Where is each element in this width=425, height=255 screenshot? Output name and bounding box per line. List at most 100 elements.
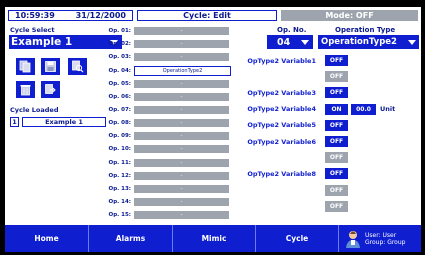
datetime-box: 10:59:39 31/12/2000 xyxy=(8,10,133,21)
operation-field[interactable]: - xyxy=(134,145,229,154)
operation-row: Op. 03: - xyxy=(103,53,229,62)
variable-row: OpType2 Variable8 OFF xyxy=(220,168,348,180)
operation-field[interactable]: - xyxy=(134,132,229,141)
cycle-loaded-label: Cycle Loaded xyxy=(10,106,59,114)
op-no-dropdown[interactable]: 04 xyxy=(267,35,313,49)
copy-cycle-button[interactable] xyxy=(16,58,35,75)
operation-row: Op. 11: - xyxy=(103,158,229,167)
variable-unit: Unit xyxy=(380,105,396,114)
variable-label: OpType2 Variable5 xyxy=(247,121,316,130)
delete-cycle-button[interactable] xyxy=(16,81,35,98)
chevron-down-icon xyxy=(301,39,309,45)
trash-icon xyxy=(20,85,31,96)
variable-toggle-button[interactable]: OFF xyxy=(325,200,348,212)
variable-toggle-button[interactable]: OFF xyxy=(325,184,348,196)
operation-row: Op. 15: - xyxy=(103,211,229,220)
operation-type-value: OperationType2 xyxy=(321,37,397,47)
copy-icon xyxy=(19,60,31,73)
save-cycle-button[interactable] xyxy=(41,58,60,75)
nav-home-button[interactable]: Home xyxy=(5,225,89,252)
clock-date: 31/12/2000 xyxy=(75,11,126,20)
clock-time: 10:59:39 xyxy=(15,11,55,20)
operation-type-dropdown[interactable]: OperationType2 xyxy=(318,35,419,49)
operation-row: Op. 05: - xyxy=(103,79,229,88)
operation-row: Op. 09: - xyxy=(103,132,229,141)
load-icon xyxy=(45,84,56,94)
variable-toggle-button[interactable]: OFF xyxy=(325,168,348,180)
user-group: Group: Group xyxy=(365,238,406,246)
save-icon xyxy=(45,61,56,72)
operation-row: Op. 13: - xyxy=(103,184,229,193)
operation-label: Op. 12: xyxy=(108,172,131,179)
variable-toggle-button[interactable]: OFF xyxy=(325,55,348,66)
operation-row: Op. 06: - xyxy=(103,92,229,101)
operation-field[interactable]: - xyxy=(134,158,229,167)
variable-toggle-button[interactable]: ON xyxy=(325,103,348,115)
variable-toggle-button[interactable]: OFF xyxy=(325,136,348,147)
variable-toggle-button[interactable]: OFF xyxy=(325,87,348,99)
operation-field[interactable]: - xyxy=(134,211,229,220)
operation-field[interactable]: - xyxy=(134,27,229,35)
operation-label: Op. 05: xyxy=(108,80,131,87)
variable-row: OFF xyxy=(220,184,348,196)
operation-row: Op. 12: - xyxy=(103,171,229,180)
operation-field[interactable]: OperationType2 xyxy=(134,66,231,77)
operation-label: Op. 01: xyxy=(108,28,131,34)
variable-row: OpType2 Variable5 OFF xyxy=(220,119,348,131)
operation-label: Op. 14: xyxy=(108,198,131,205)
variable-row: OpType2 Variable4 ON 00.0 Unit xyxy=(220,103,396,115)
operation-field[interactable]: - xyxy=(134,197,229,206)
operation-type-label: Operation Type xyxy=(335,26,396,34)
mode-status: Mode: OFF xyxy=(281,10,418,21)
operation-label: Op. 10: xyxy=(108,146,131,153)
user-name: User: User xyxy=(365,231,397,239)
variable-row: OFF xyxy=(220,71,348,83)
nav-alarms-button[interactable]: Alarms xyxy=(89,225,173,252)
operation-label: Op. 13: xyxy=(108,185,131,192)
variable-toggle-button[interactable]: OFF xyxy=(325,71,348,83)
variable-row: OFF xyxy=(220,200,348,212)
operation-field[interactable]: - xyxy=(134,119,229,128)
cycle-status-box: Cycle: Edit xyxy=(137,10,277,21)
variable-row: OpType2 Variable3 OFF xyxy=(220,87,348,99)
variable-value-field[interactable]: 00.0 xyxy=(351,103,376,115)
operation-row: Op. 10: - xyxy=(103,145,229,154)
operation-field[interactable]: - xyxy=(134,53,229,62)
nav-cycle-button[interactable]: Cycle xyxy=(256,225,339,252)
operation-row: Op. 01: - xyxy=(103,27,229,35)
operation-row: Op. 14: - xyxy=(103,197,229,206)
operation-label: Op. 06: xyxy=(108,93,131,100)
hmi-screen: 10:59:39 31/12/2000 Cycle: Edit Mode: OF… xyxy=(5,7,421,252)
user-panel[interactable]: User: User Group: Group xyxy=(339,225,421,252)
operation-label: Op. 03: xyxy=(108,54,131,61)
operation-label: Op. 02: xyxy=(108,41,131,48)
operation-field[interactable]: - xyxy=(134,92,229,101)
search-cycle-button[interactable] xyxy=(68,58,87,75)
variable-toggle-button[interactable]: OFF xyxy=(325,119,348,131)
load-cycle-button[interactable] xyxy=(41,81,60,98)
variable-label: OpType2 Variable6 xyxy=(247,137,316,146)
search-document-icon xyxy=(72,60,84,73)
cycle-status: Cycle: Edit xyxy=(183,11,231,20)
operation-row: Op. 08: - xyxy=(103,119,229,128)
op-no-value: 04 xyxy=(277,36,291,48)
operation-field[interactable]: - xyxy=(134,184,229,193)
variable-label: OpType2 Variable8 xyxy=(247,169,316,178)
operation-label: Op. 11: xyxy=(108,159,131,166)
operation-label: Op. 15: xyxy=(108,212,131,219)
chevron-down-icon xyxy=(408,39,416,45)
cycle-select-label: Cycle Select xyxy=(10,26,55,34)
operation-label: Op. 09: xyxy=(108,133,131,140)
variable-toggle-button[interactable]: OFF xyxy=(325,152,348,164)
operation-field[interactable]: - xyxy=(134,79,229,88)
operation-label: Op. 08: xyxy=(108,120,131,127)
cycle-loaded-name: Example 1 xyxy=(22,117,106,127)
operation-field[interactable]: - xyxy=(134,105,229,114)
operation-row: Op. 07: - xyxy=(103,105,229,114)
operation-field[interactable]: - xyxy=(134,171,229,180)
variable-label: OpType2 Variable3 xyxy=(247,88,316,97)
operation-field[interactable]: - xyxy=(134,40,229,49)
operation-label: Op. 07: xyxy=(108,106,131,113)
operation-label: Op. 04: xyxy=(108,68,131,75)
nav-mimic-button[interactable]: Mimic xyxy=(173,225,256,252)
